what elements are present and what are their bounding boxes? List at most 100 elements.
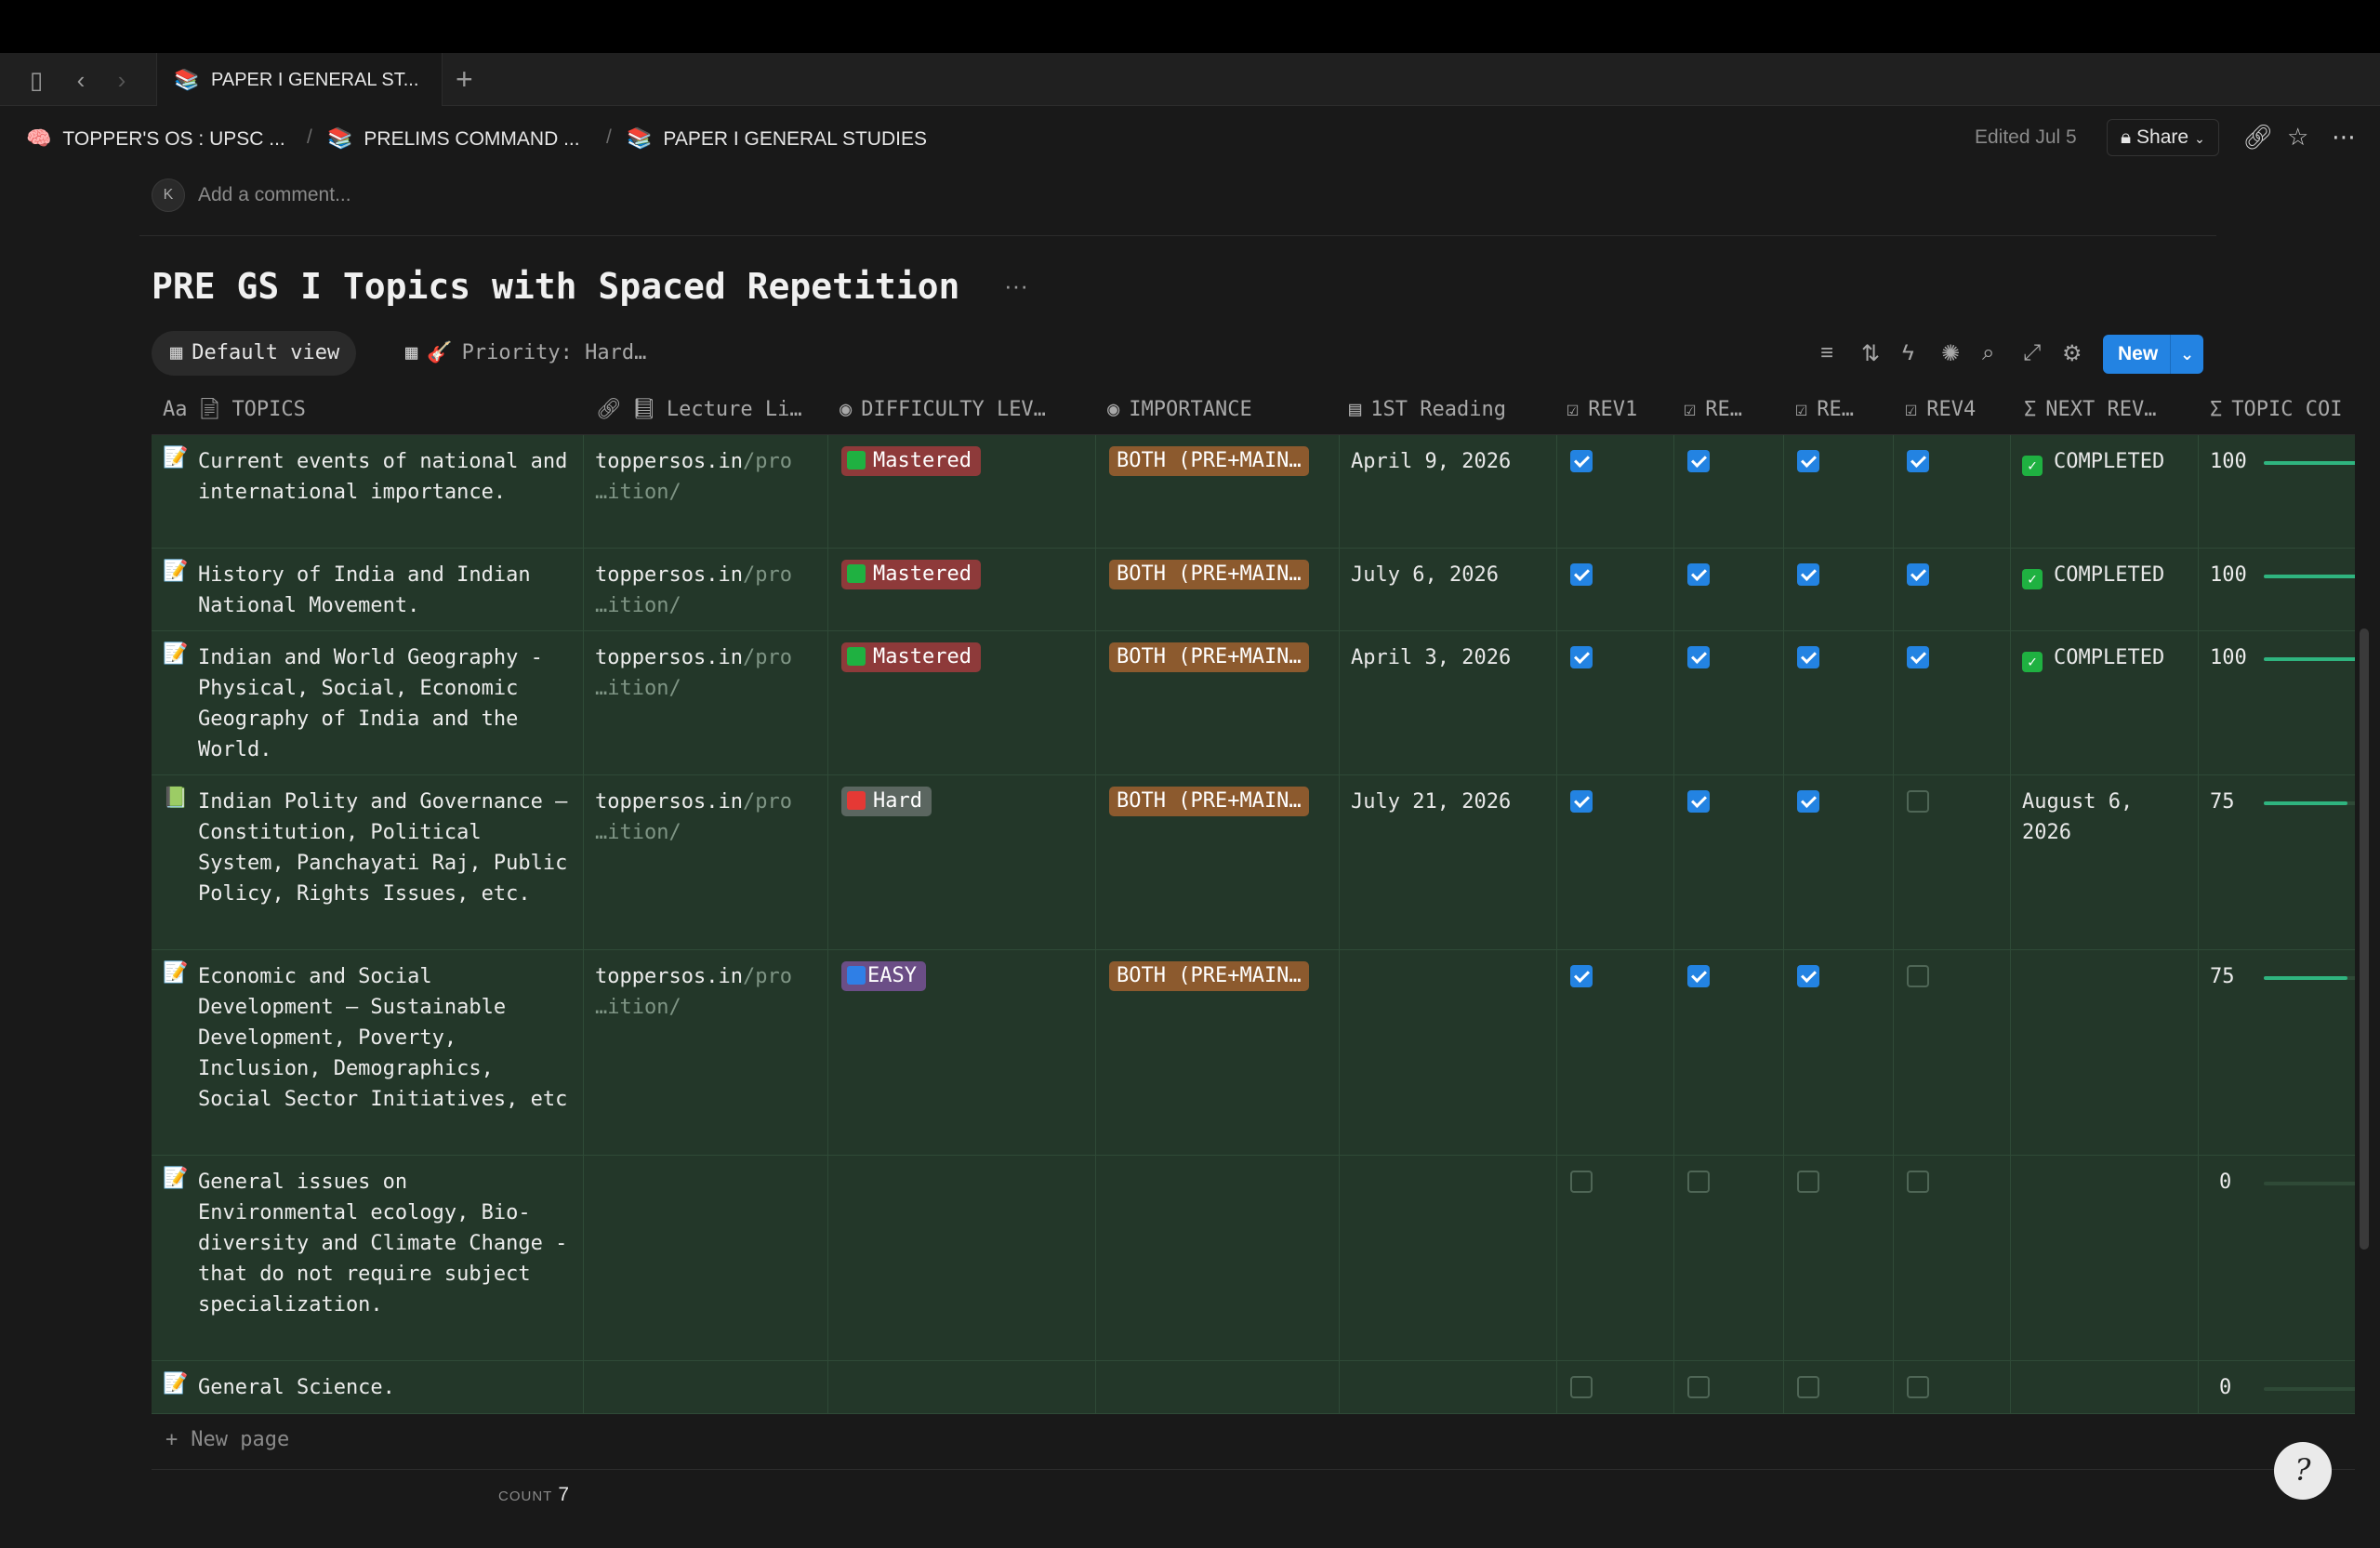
cell-topic[interactable]: 📝 History of India and Indian National Mo… xyxy=(152,549,584,630)
rev-checkbox[interactable] xyxy=(1570,965,1593,987)
cell-lecture-link[interactable]: toppersos.in/pro …ition/ xyxy=(584,435,828,548)
rev-checkbox[interactable] xyxy=(1687,563,1710,586)
cell-rev1[interactable] xyxy=(1557,950,1674,1155)
lecture-link[interactable]: toppersos.in/pro …ition/ xyxy=(595,642,818,704)
cell-difficulty[interactable] xyxy=(828,1361,1096,1413)
chevron-down-icon[interactable]: ⌄ xyxy=(2170,335,2203,374)
cell-topic[interactable]: 📝 General issues on Environmental ecology… xyxy=(152,1156,584,1360)
cell-lecture-link[interactable]: toppersos.in/pro …ition/ xyxy=(584,631,828,774)
rev-checkbox[interactable] xyxy=(1687,965,1710,987)
topic-title[interactable]: Economic and Social Development – Sustai… xyxy=(198,961,570,1115)
cell-difficulty[interactable] xyxy=(828,1156,1096,1360)
cell-rev2[interactable] xyxy=(1674,950,1784,1155)
sidebar-toggle-icon[interactable]: ▯ xyxy=(22,66,50,94)
rev-checkbox[interactable] xyxy=(1797,450,1819,472)
cell-lecture-link[interactable] xyxy=(584,1361,828,1413)
rev-checkbox[interactable] xyxy=(1797,1376,1819,1398)
cell-importance[interactable]: BOTH (PRE+MAIN… xyxy=(1096,549,1340,630)
column-header-rev2[interactable]: ☑ RE… xyxy=(1684,398,1786,421)
column-header-topic-completion[interactable]: Σ TOPIC COI xyxy=(2210,398,2355,421)
column-header-lecture[interactable]: 🔗︎ 📘︎ Lecture Li… xyxy=(596,398,832,421)
cell-next-rev[interactable]: ✓ COMPLETED xyxy=(2011,549,2199,630)
topic-title[interactable]: Current events of national and internati… xyxy=(198,446,570,508)
column-header-importance[interactable]: ◉ IMPORTANCE xyxy=(1107,398,1340,421)
rev-checkbox[interactable] xyxy=(1907,790,1929,813)
cell-rev1[interactable] xyxy=(1557,1361,1674,1413)
cell-difficulty[interactable]: Mastered xyxy=(828,631,1096,774)
breadcrumb-item-prelims[interactable]: 📚 PRELIMS COMMAND ... xyxy=(327,126,580,151)
cell-topic-completion[interactable]: 100 xyxy=(2199,435,2355,548)
cell-importance[interactable]: BOTH (PRE+MAIN… xyxy=(1096,775,1340,949)
rev-checkbox[interactable] xyxy=(1570,450,1593,472)
table-row[interactable]: 📗 Indian Polity and Governance – Constitu… xyxy=(152,775,2355,950)
column-header-rev3[interactable]: ☑ RE… xyxy=(1795,398,1897,421)
cell-topic-completion[interactable]: 75 xyxy=(2199,775,2355,949)
cell-lecture-link[interactable]: toppersos.in/pro …ition/ xyxy=(584,549,828,630)
rev-checkbox[interactable] xyxy=(1797,965,1819,987)
table-row[interactable]: 📝 General issues on Environmental ecology… xyxy=(152,1156,2355,1361)
rev-checkbox[interactable] xyxy=(1687,450,1710,472)
cell-rev3[interactable] xyxy=(1784,1361,1894,1413)
cell-rev3[interactable] xyxy=(1784,1156,1894,1360)
cell-importance[interactable] xyxy=(1096,1361,1340,1413)
lecture-link[interactable]: toppersos.in/pro …ition/ xyxy=(595,446,818,508)
column-header-topics[interactable]: Aa 📄︎ TOPICS xyxy=(163,398,306,421)
lecture-link[interactable]: toppersos.in/pro …ition/ xyxy=(595,560,818,621)
cell-next-rev[interactable]: ✓ COMPLETED xyxy=(2011,435,2199,548)
rev-checkbox[interactable] xyxy=(1797,790,1819,813)
cell-importance[interactable]: BOTH (PRE+MAIN… xyxy=(1096,631,1340,774)
view-tab-default[interactable]: ▦ Default view xyxy=(152,331,357,376)
cell-topic[interactable]: 📗 Indian Polity and Governance – Constitu… xyxy=(152,775,584,949)
cell-topic-completion[interactable]: 100 xyxy=(2199,549,2355,630)
breadcrumb-item-toppers-os[interactable]: 🧠 TOPPER'S OS : UPSC ... xyxy=(26,126,285,151)
rev-checkbox[interactable] xyxy=(1907,965,1929,987)
topic-title[interactable]: History of India and Indian National Mov… xyxy=(198,560,570,621)
cell-next-rev[interactable] xyxy=(2011,1156,2199,1360)
rev-checkbox[interactable] xyxy=(1570,563,1593,586)
cell-difficulty[interactable]: Mastered xyxy=(828,435,1096,548)
cell-difficulty[interactable]: Mastered xyxy=(828,549,1096,630)
rev-checkbox[interactable] xyxy=(1570,1171,1593,1193)
table-row[interactable]: 📝 Economic and Social Development – Susta… xyxy=(152,950,2355,1156)
rev-checkbox[interactable] xyxy=(1687,1376,1710,1398)
vertical-scrollbar[interactable] xyxy=(2360,628,2369,1250)
database-title[interactable]: PRE GS I Topics with Spaced Repetition xyxy=(152,266,959,307)
rev-checkbox[interactable] xyxy=(1687,790,1710,813)
table-row[interactable]: 📝 General Science. 0 xyxy=(152,1361,2355,1414)
cell-rev2[interactable] xyxy=(1674,435,1784,548)
forward-icon[interactable]: › xyxy=(108,66,136,94)
cell-rev3[interactable] xyxy=(1784,950,1894,1155)
cell-importance[interactable] xyxy=(1096,1156,1340,1360)
cell-first-reading[interactable]: July 6, 2026 xyxy=(1340,549,1557,630)
cell-next-rev[interactable] xyxy=(2011,1361,2199,1413)
rev-checkbox[interactable] xyxy=(1570,1376,1593,1398)
cell-first-reading[interactable]: April 9, 2026 xyxy=(1340,435,1557,548)
cell-rev1[interactable] xyxy=(1557,549,1674,630)
cell-rev3[interactable] xyxy=(1784,775,1894,949)
table-row[interactable]: 📝 Current events of national and internat… xyxy=(152,435,2355,549)
cell-rev1[interactable] xyxy=(1557,775,1674,949)
search-icon[interactable]: ⌕ xyxy=(1982,340,1994,366)
cell-first-reading[interactable]: July 21, 2026 xyxy=(1340,775,1557,949)
rev-checkbox[interactable] xyxy=(1570,790,1593,813)
view-tab-priority[interactable]: ▦ 🎸 Priority: Hard… xyxy=(405,331,646,376)
rev-checkbox[interactable] xyxy=(1907,563,1929,586)
cell-topic-completion[interactable]: 100 xyxy=(2199,631,2355,774)
cell-rev2[interactable] xyxy=(1674,1361,1784,1413)
cell-rev2[interactable] xyxy=(1674,775,1784,949)
cell-lecture-link[interactable] xyxy=(584,1156,828,1360)
topic-title[interactable]: General Science. xyxy=(198,1372,570,1403)
cell-next-rev[interactable]: August 6, 2026 xyxy=(2011,775,2199,949)
cell-topic-completion[interactable]: 75 xyxy=(2199,950,2355,1155)
cell-topic[interactable]: 📝 Economic and Social Development – Susta… xyxy=(152,950,584,1155)
column-header-next-rev[interactable]: Σ NEXT REV… xyxy=(2024,398,2206,421)
link-icon[interactable]: 🔗︎ xyxy=(2242,123,2273,152)
lecture-link[interactable]: toppersos.in/pro …ition/ xyxy=(595,787,818,848)
settings-sliders-icon[interactable]: ⚙︎ xyxy=(2062,340,2082,367)
cell-rev4[interactable] xyxy=(1894,1156,2011,1360)
help-icon[interactable]: ? xyxy=(2274,1442,2332,1500)
share-button[interactable]: 🔒︎ Share ⌄ xyxy=(2107,119,2219,156)
ai-sparkle-icon[interactable]: ✺ xyxy=(1941,340,1960,367)
column-header-difficulty[interactable]: ◉ DIFFICULTY LEV… xyxy=(840,398,1100,421)
table-row[interactable]: 📝 Indian and World Geography - Physical, … xyxy=(152,631,2355,775)
